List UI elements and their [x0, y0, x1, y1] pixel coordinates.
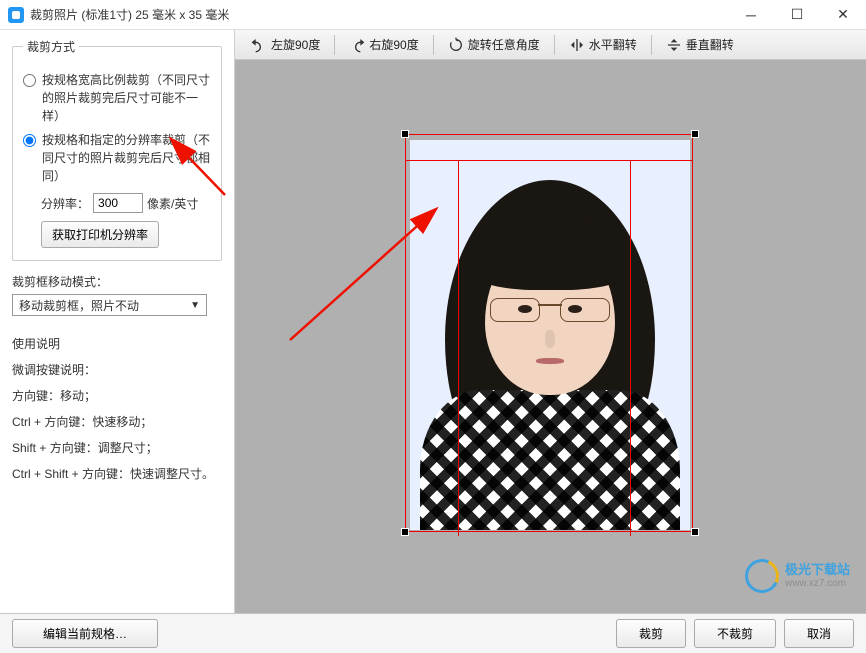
- rotate-any-icon: [448, 37, 464, 53]
- flip-vertical-icon: [666, 37, 682, 53]
- window-controls: ─ ☐ ✕: [728, 0, 866, 30]
- rotate-left-icon: [251, 37, 267, 53]
- sidebar: 裁剪方式 按规格宽高比例裁剪（不同尺寸的照片裁剪完后尺寸可能不一样） 按规格和指…: [0, 30, 235, 613]
- radio-by-ratio-label: 按规格宽高比例裁剪（不同尺寸的照片裁剪完后尺寸可能不一样）: [42, 71, 211, 125]
- radio-by-resolution[interactable]: 按规格和指定的分辨率裁剪（不同尺寸的照片裁剪完后尺寸都相同）: [23, 131, 211, 185]
- main-area: 裁剪方式 按规格宽高比例裁剪（不同尺寸的照片裁剪完后尺寸可能不一样） 按规格和指…: [0, 30, 866, 613]
- get-printer-resolution-button[interactable]: 获取打印机分辨率: [41, 221, 159, 248]
- flip-vertical-button[interactable]: 垂直翻转: [656, 33, 744, 56]
- help-block: 使用说明 微调按键说明： 方向键：移动； Ctrl + 方向键：快速移动； Sh…: [12, 332, 222, 486]
- cancel-button[interactable]: 取消: [784, 619, 854, 648]
- radio-by-ratio[interactable]: 按规格宽高比例裁剪（不同尺寸的照片裁剪完后尺寸可能不一样）: [23, 71, 211, 125]
- flip-horizontal-label: 水平翻转: [589, 36, 637, 53]
- crop-handle-tr[interactable]: [691, 130, 699, 138]
- bottom-bar: 编辑当前规格… 裁剪 不裁剪 取消: [0, 613, 866, 653]
- radio-by-resolution-input[interactable]: [23, 134, 36, 147]
- radio-by-resolution-label: 按规格和指定的分辨率裁剪（不同尺寸的照片裁剪完后尺寸都相同）: [42, 131, 211, 185]
- rotate-left-label: 左旋90度: [271, 36, 320, 53]
- toolbar: 左旋90度 右旋90度 旋转任意角度 水平翻转 垂直翻转: [235, 30, 866, 60]
- minimize-button[interactable]: ─: [728, 0, 774, 30]
- crop-handle-tl[interactable]: [401, 130, 409, 138]
- close-button[interactable]: ✕: [820, 0, 866, 30]
- crop-guide-top: [405, 160, 693, 161]
- help-line-3: Shift + 方向键：调整尺寸；: [12, 436, 222, 460]
- help-line-1: 方向键：移动；: [12, 384, 222, 408]
- crop-mode-legend: 裁剪方式: [23, 38, 79, 55]
- flip-vertical-label: 垂直翻转: [686, 36, 734, 53]
- crop-handle-br[interactable]: [691, 528, 699, 536]
- help-subtitle: 微调按键说明：: [12, 358, 222, 382]
- resolution-unit: 像素/英寸: [147, 195, 198, 212]
- crop-mode-group: 裁剪方式 按规格宽高比例裁剪（不同尺寸的照片裁剪完后尺寸可能不一样） 按规格和指…: [12, 38, 222, 261]
- titlebar: 裁剪照片 (标准1寸) 25 毫米 x 35 毫米 ─ ☐ ✕: [0, 0, 866, 30]
- window-title: 裁剪照片 (标准1寸) 25 毫米 x 35 毫米: [30, 6, 229, 23]
- flip-horizontal-button[interactable]: 水平翻转: [559, 33, 647, 56]
- help-line-4: Ctrl + Shift + 方向键：快速调整尺寸。: [12, 462, 222, 486]
- rotate-right-button[interactable]: 右旋90度: [339, 33, 428, 56]
- rotate-any-label: 旋转任意角度: [468, 36, 540, 53]
- right-pane: 左旋90度 右旋90度 旋转任意角度 水平翻转 垂直翻转: [235, 30, 866, 613]
- radio-by-ratio-input[interactable]: [23, 74, 36, 87]
- crop-frame[interactable]: [405, 134, 693, 532]
- move-mode-label: 裁剪框移动模式：: [12, 273, 222, 290]
- move-mode-select[interactable]: 移动裁剪框，照片不动 ▼: [12, 294, 207, 316]
- maximize-button[interactable]: ☐: [774, 0, 820, 30]
- rotate-any-button[interactable]: 旋转任意角度: [438, 33, 550, 56]
- toolbar-separator: [433, 35, 434, 55]
- resolution-row: 分辨率： 像素/英寸: [41, 193, 211, 213]
- rotate-left-button[interactable]: 左旋90度: [241, 33, 330, 56]
- crop-button[interactable]: 裁剪: [616, 619, 686, 648]
- rotate-right-icon: [349, 37, 365, 53]
- rotate-right-label: 右旋90度: [369, 36, 418, 53]
- app-icon: [8, 7, 24, 23]
- help-line-2: Ctrl + 方向键：快速移动；: [12, 410, 222, 434]
- toolbar-separator: [554, 35, 555, 55]
- toolbar-separator: [651, 35, 652, 55]
- help-title: 使用说明: [12, 332, 222, 356]
- photo-with-crop[interactable]: [410, 140, 690, 530]
- chevron-down-icon: ▼: [190, 300, 200, 311]
- flip-horizontal-icon: [569, 37, 585, 53]
- no-crop-button[interactable]: 不裁剪: [694, 619, 776, 648]
- crop-guide-right: [630, 160, 631, 536]
- edit-spec-button[interactable]: 编辑当前规格…: [12, 619, 158, 648]
- crop-guide-left: [458, 160, 459, 536]
- canvas[interactable]: [235, 60, 866, 613]
- resolution-input[interactable]: [93, 193, 143, 213]
- toolbar-separator: [334, 35, 335, 55]
- crop-handle-bl[interactable]: [401, 528, 409, 536]
- resolution-label: 分辨率：: [41, 195, 89, 212]
- move-mode-value: 移动裁剪框，照片不动: [19, 297, 139, 314]
